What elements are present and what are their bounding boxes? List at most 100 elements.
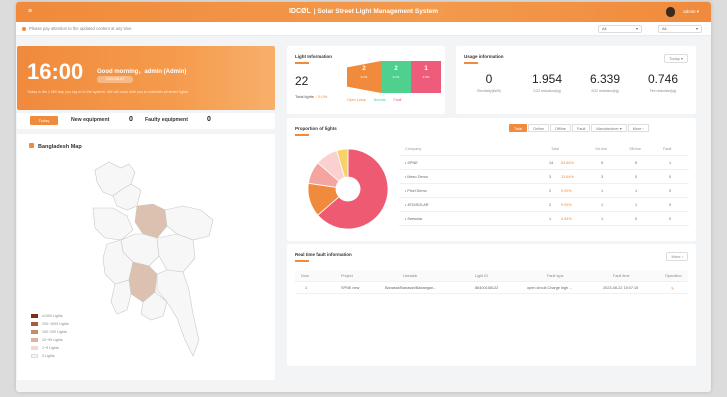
notice-text: Please pay attention to the updated cont…	[29, 26, 133, 31]
greeting-text: Good morning，admin (Admin)	[97, 69, 187, 75]
idcol-logo: IDCØL	[288, 8, 311, 15]
open-lamp-count: 2	[362, 66, 366, 72]
fault-count: 0	[669, 217, 672, 221]
fault-pct: 4.5%	[422, 75, 430, 79]
col-fault: Fault	[663, 147, 672, 151]
col-fault-time: Fault time	[613, 274, 630, 278]
fault-count: 0	[669, 203, 672, 207]
fault-light-id: 86400158122	[475, 286, 499, 290]
map-region-east	[156, 233, 196, 273]
proportion-donut-chart	[307, 148, 389, 230]
company-name: • Meso Demo	[405, 175, 428, 179]
co2-stat: 1.954 CO2 reduction(kg)	[518, 72, 576, 93]
chevron-down-icon: ▾	[635, 26, 638, 31]
table-row[interactable]: • Seesolar 1 4.54% 1 0 0	[399, 212, 689, 226]
col-useaddr: Useaddr	[403, 274, 418, 278]
open-lamp-segment[interactable]: 2 9.1%	[347, 61, 381, 93]
normal-label: Normal	[373, 98, 386, 102]
legend-label: 10~99 Lights	[42, 338, 63, 342]
total-lights-label: Total lights ↑ 9.0%	[295, 94, 327, 99]
period-select[interactable]: Today ▾	[664, 54, 688, 63]
fault-count: 1	[669, 161, 672, 165]
user-menu[interactable]: admin ▾	[683, 9, 699, 15]
total-pct: 63.64%	[561, 161, 574, 165]
offline-count: 1	[635, 203, 638, 207]
col-offline: Off-line	[629, 147, 642, 151]
electricity-value: 0	[485, 72, 493, 86]
normal-segment[interactable]: 2 9.1%	[381, 61, 411, 93]
offline-count: 0	[635, 217, 638, 221]
usage-information-card: Usage information Today ▾ 0 Electricity(k…	[456, 46, 696, 114]
open-lamp-pct: 9.1%	[360, 75, 368, 79]
col-light-id: Light ID	[475, 274, 489, 278]
co2-value: 1.954	[531, 72, 563, 86]
tab-offline[interactable]: Offline	[550, 124, 571, 132]
table-row[interactable]: • Pixel Demo 2 9.09% 1 1 0	[399, 184, 689, 198]
company-name: • Pixel Demo	[405, 189, 427, 193]
notice-bar: Please pay attention to the updated cont…	[16, 22, 711, 36]
normal-count: 2	[394, 66, 398, 72]
open-lamp-label: Open Lamp	[347, 98, 366, 102]
total-pct: 9.09%	[561, 189, 572, 193]
notice-dot-icon	[22, 26, 26, 31]
proportion-rows: • SPNE 14 63.64% 9 5 1 • Meso Demo 3 13.64% 3 0 0 • …	[399, 156, 689, 226]
tab-manufacturer[interactable]: Manufacturer ▾	[591, 124, 627, 132]
offline-count: 1	[635, 189, 638, 193]
tab-more[interactable]: More ›	[627, 124, 649, 132]
online-count: 1	[601, 217, 604, 221]
legend-item: 10~99 Lights	[31, 336, 69, 344]
legend-label: 100~200 Lights	[42, 330, 67, 334]
total-lights-text: Total lights	[295, 94, 314, 99]
col-company: Company	[405, 147, 422, 151]
legend-item: 1~9 Lights	[31, 344, 69, 352]
table-row[interactable]: 1 SPNE new Banaswi/Banaswi/Babangan... 8…	[295, 282, 688, 294]
electricity-stat: 0 Electricity(kWh)	[460, 72, 518, 93]
map-region-highlight-1	[134, 203, 168, 239]
legend-swatch	[31, 345, 38, 350]
bangladesh-map-card: Bangladesh Map ≥1000 Lights 200~1000 Lig…	[17, 134, 275, 380]
fault-title: Real time fault information	[295, 252, 352, 262]
filter-2-value: All	[662, 26, 667, 31]
total-pct: 9.09%	[561, 203, 572, 207]
edit-icon[interactable]: ✎	[671, 286, 674, 291]
electricity-label: Electricity(kWh)	[477, 89, 501, 93]
total-rate: ↑ 9.0%	[315, 94, 328, 99]
table-row[interactable]: • Meso Demo 3 13.64% 3 0 0	[399, 170, 689, 184]
fault-time: 2023-08-22 15:07:15	[603, 286, 639, 290]
total-count: 3	[549, 175, 552, 179]
username: admin	[683, 9, 696, 14]
total-pct: 4.54%	[561, 217, 572, 221]
map-region-rajshahi	[92, 207, 134, 241]
legend-swatch	[31, 329, 38, 334]
legend-swatch	[31, 321, 38, 326]
system-title: IDCØL | Solar Street Light Management Sys…	[16, 8, 711, 15]
total-lights-value: 22	[295, 74, 309, 88]
tab-total[interactable]: Total	[509, 124, 528, 132]
filter-select-1[interactable]: All ▾	[598, 25, 642, 33]
online-count: 1	[601, 203, 604, 207]
table-header: Company Total On-line Off-line Fault	[399, 142, 689, 156]
co2-label: CO2 reduction(kg)	[533, 89, 561, 93]
fault-more-button[interactable]: More ›	[666, 252, 688, 261]
col-operation: Operation	[665, 274, 682, 278]
fault-address: Banaswi/Banaswi/Babangan...	[385, 286, 437, 290]
offline-count: 5	[635, 161, 638, 165]
notice-message: Please pay attention to the updated cont…	[22, 26, 133, 31]
total-count: 2	[549, 189, 552, 193]
user-avatar[interactable]	[666, 7, 675, 17]
so2-label: SO2 reduction(kg)	[591, 89, 619, 93]
company-name: • Seesolar	[405, 217, 423, 221]
fault-segment[interactable]: 1 4.5%	[411, 61, 441, 93]
table-row[interactable]: • JEDISOLAR 2 9.09% 1 1 0	[399, 198, 689, 212]
normal-pct: 9.1%	[392, 75, 400, 79]
filter-select-2[interactable]: All ▾	[658, 25, 702, 33]
tab-online[interactable]: Online	[528, 124, 550, 132]
fire-stat: 0.746 Fire reduction(kg)	[634, 72, 692, 93]
total-pct: 13.64%	[561, 175, 574, 179]
table-row[interactable]: • SPNE 14 63.64% 9 5 1	[399, 156, 689, 170]
tab-fault[interactable]: Fault	[571, 124, 591, 132]
fault-count: 1	[424, 66, 428, 72]
faulty-equipment-value: 0	[207, 116, 211, 123]
light-information-card: Light Information 22 Total lights ↑ 9.0%…	[287, 46, 445, 114]
fault-count: 0	[669, 175, 672, 179]
